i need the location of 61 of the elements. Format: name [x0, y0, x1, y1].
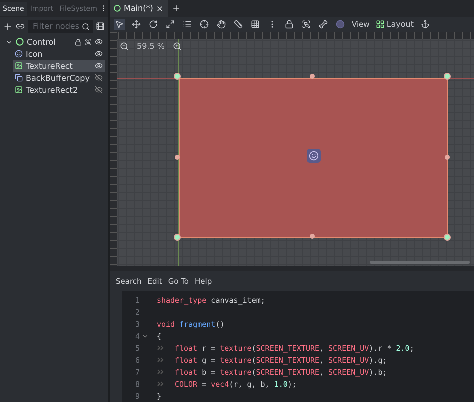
node-name: TextureRect: [26, 62, 74, 70]
eye-icon[interactable]: [95, 50, 103, 58]
grid-icon[interactable]: [250, 19, 261, 30]
canvas-viewport[interactable]: 59.5 %: [110, 32, 474, 266]
close-icon[interactable]: [156, 4, 164, 12]
lock-icon[interactable]: [75, 38, 82, 46]
node-name: Icon: [26, 50, 44, 58]
edge-handle[interactable]: [445, 155, 450, 160]
filter-field[interactable]: Filter nodes: [28, 20, 93, 33]
corner-handle[interactable]: [174, 234, 181, 242]
node-name: BackBufferCopy: [26, 74, 91, 82]
edge-handle[interactable]: [310, 74, 315, 80]
image-icon: [15, 62, 23, 70]
node-name: TextureRect2: [26, 86, 80, 94]
eye-closed-icon[interactable]: [95, 74, 103, 82]
eye-icon[interactable]: [95, 38, 103, 46]
ruler-icon[interactable]: [233, 19, 244, 30]
group-icon[interactable]: [85, 38, 92, 46]
sprite-icon: [307, 149, 321, 164]
code-editor[interactable]: [122, 291, 474, 402]
select-icon[interactable]: [114, 19, 125, 30]
link-icon[interactable]: [16, 22, 25, 31]
bone-icon[interactable]: [318, 19, 329, 30]
add-icon[interactable]: [3, 22, 13, 32]
tree-item[interactable]: TextureRect2: [13, 84, 105, 96]
corner-handle[interactable]: [174, 73, 181, 80]
layout-grid-icon: [376, 20, 385, 30]
sprite-icon: [15, 50, 23, 58]
tree-item[interactable]: BackBufferCopy: [13, 72, 105, 84]
image-icon: [15, 86, 23, 94]
scrollbar[interactable]: [370, 260, 470, 264]
zoom-level: 59.5 %: [137, 42, 165, 52]
circle-icon: [16, 38, 24, 46]
zoom-out-icon[interactable]: [120, 42, 129, 52]
tree-item[interactable]: Icon: [13, 48, 105, 60]
eye-icon[interactable]: [95, 62, 103, 70]
group-icon[interactable]: [301, 19, 312, 30]
eye-closed-icon[interactable]: [95, 86, 103, 94]
edge-handle[interactable]: [310, 234, 315, 240]
node-name: Control: [27, 38, 57, 46]
anchor-icon[interactable]: [420, 19, 432, 30]
lock-icon[interactable]: [284, 19, 295, 30]
tree-item[interactable]: TextureRect: [13, 60, 105, 72]
circle-icon[interactable]: [335, 19, 346, 30]
scale-icon[interactable]: [165, 19, 176, 30]
tree-item[interactable]: Control: [4, 36, 105, 48]
layout-menu[interactable]: Layout: [376, 20, 414, 30]
zoom-in-icon[interactable]: [172, 42, 182, 52]
editor-tab[interactable]: Main(*): [110, 0, 168, 17]
script-icon[interactable]: [96, 22, 105, 31]
hand-icon[interactable]: [216, 19, 227, 30]
move-icon[interactable]: [131, 19, 142, 30]
add-icon[interactable]: [172, 4, 182, 13]
circle-icon: [114, 5, 121, 12]
search-icon: [82, 22, 90, 30]
corner-handle[interactable]: [444, 73, 451, 80]
rotate-icon[interactable]: [148, 19, 159, 30]
copy-icon: [15, 74, 23, 82]
crosshair-icon[interactable]: [199, 19, 210, 30]
corner-handle[interactable]: [444, 234, 451, 242]
edge-handle[interactable]: [175, 155, 180, 160]
